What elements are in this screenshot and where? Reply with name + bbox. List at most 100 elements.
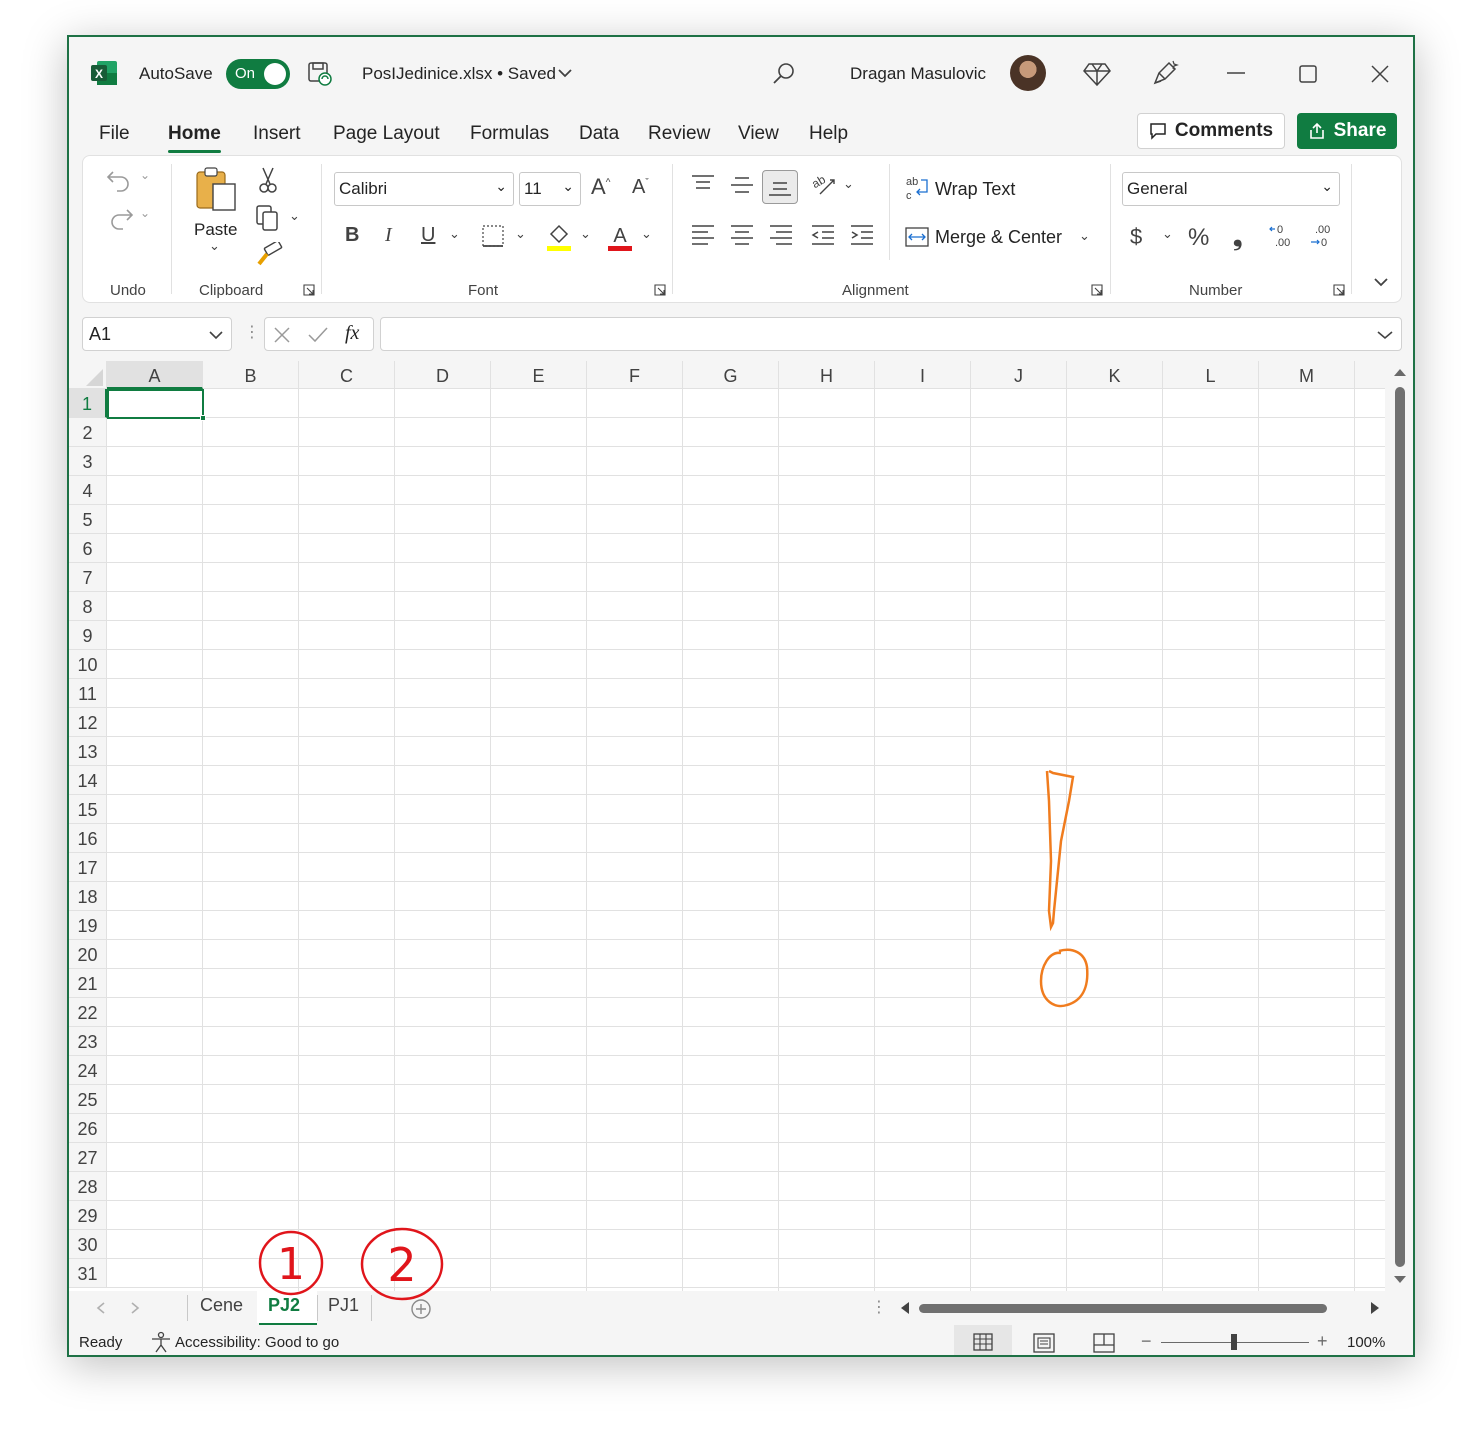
cut-icon[interactable] — [255, 166, 281, 194]
sheet-tab-pj1[interactable]: PJ1 — [328, 1295, 359, 1316]
prev-sheet-icon[interactable] — [95, 1301, 107, 1315]
currency-dropdown-icon[interactable]: ⌄ — [1162, 226, 1173, 242]
column-header-k[interactable]: K — [1067, 361, 1163, 389]
align-center-icon[interactable] — [729, 222, 755, 248]
formula-input[interactable] — [380, 317, 1402, 351]
row-header-7[interactable]: 7 — [69, 563, 107, 592]
vertical-scrollbar[interactable] — [1385, 361, 1413, 1291]
tab-insert[interactable]: Insert — [253, 123, 301, 145]
tab-split-handle-icon[interactable]: ⋮ — [871, 1297, 887, 1317]
sheet-tab-cene[interactable]: Cene — [200, 1295, 243, 1316]
number-launcher-icon[interactable] — [1333, 284, 1345, 296]
column-header-j[interactable]: J — [971, 361, 1067, 389]
row-header-6[interactable]: 6 — [69, 534, 107, 563]
paste-dropdown-icon[interactable]: ⌄ — [209, 238, 220, 254]
row-header-14[interactable]: 14 — [69, 766, 107, 795]
increase-font-size-icon[interactable]: A^ — [591, 174, 610, 200]
column-header-a[interactable]: A — [107, 361, 203, 389]
enter-check-icon[interactable] — [307, 326, 329, 344]
align-bottom-button[interactable] — [762, 170, 798, 204]
tab-help[interactable]: Help — [809, 123, 848, 145]
row-header-18[interactable]: 18 — [69, 882, 107, 911]
name-box[interactable]: A1 — [82, 317, 232, 351]
fill-color-dropdown-icon[interactable]: ⌄ — [580, 226, 591, 242]
redo-icon[interactable] — [105, 202, 135, 232]
search-icon[interactable] — [771, 61, 797, 87]
wrap-text-button[interactable]: Wrap Text — [935, 179, 1015, 200]
horizontal-scroll-thumb[interactable] — [919, 1304, 1327, 1313]
bold-button[interactable]: B — [345, 224, 359, 247]
zoom-out-button[interactable]: − — [1141, 1331, 1152, 1352]
row-header-13[interactable]: 13 — [69, 737, 107, 766]
row-header-26[interactable]: 26 — [69, 1114, 107, 1143]
align-right-icon[interactable] — [768, 222, 794, 248]
number-format-dropdown[interactable]: General ⌄ — [1122, 172, 1340, 206]
format-painter-icon[interactable] — [255, 242, 283, 270]
row-header-15[interactable]: 15 — [69, 795, 107, 824]
column-header-c[interactable]: C — [299, 361, 395, 389]
designer-pen-icon[interactable] — [1151, 59, 1179, 87]
tab-file[interactable]: File — [99, 123, 130, 145]
maximize-icon[interactable] — [1299, 65, 1317, 83]
font-size-dropdown[interactable]: 11 ⌄ — [519, 172, 581, 206]
alignment-launcher-icon[interactable] — [1091, 284, 1103, 296]
borders-dropdown-icon[interactable]: ⌄ — [515, 226, 526, 242]
row-header-4[interactable]: 4 — [69, 476, 107, 505]
font-color-icon[interactable]: A — [607, 222, 633, 252]
row-header-29[interactable]: 29 — [69, 1201, 107, 1230]
row-header-11[interactable]: 11 — [69, 679, 107, 708]
row-header-19[interactable]: 19 — [69, 911, 107, 940]
copy-dropdown-icon[interactable]: ⌄ — [289, 208, 300, 224]
scroll-down-icon[interactable] — [1393, 1275, 1407, 1285]
merge-center-icon[interactable] — [905, 224, 931, 250]
row-header-8[interactable]: 8 — [69, 592, 107, 621]
column-header-m[interactable]: M — [1259, 361, 1355, 389]
currency-button[interactable]: $ — [1130, 224, 1142, 250]
row-header-1[interactable]: 1 — [69, 389, 107, 418]
tab-formulas[interactable]: Formulas — [470, 123, 549, 145]
share-button[interactable]: Share — [1297, 113, 1397, 149]
fill-handle[interactable] — [200, 415, 206, 421]
decrease-font-size-icon[interactable]: Aˇ — [632, 176, 649, 199]
row-header-27[interactable]: 27 — [69, 1143, 107, 1172]
row-header-31[interactable]: 31 — [69, 1259, 107, 1288]
worksheet-grid[interactable]: ABCDEFGHIJKLM 1 2 3 4 5 6 7 8 9 10 11 12 13 14 15 16 17 1… — [69, 361, 1385, 1291]
row-header-20[interactable]: 20 — [69, 940, 107, 969]
zoom-level[interactable]: 100% — [1347, 1334, 1385, 1351]
row-header-24[interactable]: 24 — [69, 1056, 107, 1085]
orientation-dropdown-icon[interactable]: ⌄ — [843, 176, 854, 192]
paste-label[interactable]: Paste — [194, 220, 237, 240]
column-header-h[interactable]: H — [779, 361, 875, 389]
tab-page-layout[interactable]: Page Layout — [333, 123, 440, 145]
vertical-scroll-thumb[interactable] — [1395, 387, 1405, 1267]
percent-button[interactable]: % — [1188, 224, 1209, 252]
row-header-5[interactable]: 5 — [69, 505, 107, 534]
row-header-9[interactable]: 9 — [69, 621, 107, 650]
next-sheet-icon[interactable] — [129, 1301, 141, 1315]
column-header-f[interactable]: F — [587, 361, 683, 389]
column-header-i[interactable]: I — [875, 361, 971, 389]
insert-function-button[interactable]: fx — [345, 322, 359, 345]
decrease-indent-icon[interactable] — [810, 222, 836, 248]
font-color-dropdown-icon[interactable]: ⌄ — [641, 226, 652, 242]
tab-data[interactable]: Data — [579, 123, 619, 145]
merge-dropdown-icon[interactable]: ⌄ — [1079, 228, 1090, 244]
selected-cell-a1[interactable] — [107, 389, 206, 421]
select-all-corner[interactable] — [69, 361, 107, 389]
row-header-3[interactable]: 3 — [69, 447, 107, 476]
increase-decimal-icon[interactable]: 0 .00 — [1269, 222, 1297, 250]
merge-center-button[interactable]: Merge & Center — [935, 227, 1062, 248]
row-header-22[interactable]: 22 — [69, 998, 107, 1027]
clipboard-launcher-icon[interactable] — [303, 284, 315, 296]
row-header-21[interactable]: 21 — [69, 969, 107, 998]
font-name-dropdown[interactable]: Calibri ⌄ — [334, 172, 514, 206]
zoom-in-button[interactable]: + — [1317, 1331, 1328, 1352]
align-middle-icon[interactable] — [729, 172, 755, 198]
column-header-e[interactable]: E — [491, 361, 587, 389]
scroll-right-icon[interactable] — [1369, 1301, 1381, 1315]
row-header-23[interactable]: 23 — [69, 1027, 107, 1056]
comments-button[interactable]: Comments — [1137, 113, 1285, 149]
cancel-icon[interactable] — [273, 326, 291, 344]
drag-handle-icon[interactable]: ⋮ — [244, 322, 260, 342]
page-layout-view-icon[interactable] — [1033, 1333, 1055, 1353]
